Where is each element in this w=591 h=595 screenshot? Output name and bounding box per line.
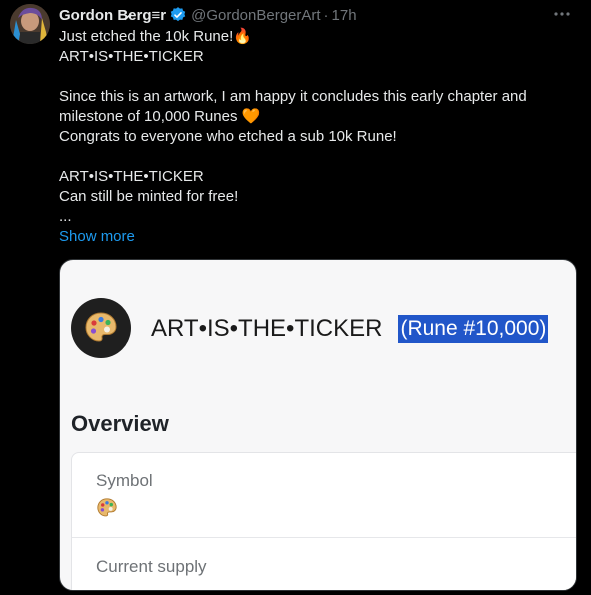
user-handle[interactable]: @GordonBergerArt (191, 7, 320, 24)
more-options-icon[interactable] (551, 4, 573, 24)
rune-name: ART•IS•THE•TICKER (151, 315, 383, 342)
verified-badge-icon (169, 6, 187, 24)
separator-dot: · (323, 6, 329, 24)
rune-card-image[interactable]: ART•IS•THE•TICKER (Rune #10,000) Overvie… (59, 259, 577, 591)
tweet-line: Since this is an artwork, I am happy it … (59, 88, 527, 105)
avatar[interactable] (10, 4, 50, 44)
overview-panel: Symbol Current supply (71, 452, 576, 590)
tweet-line: milestone of 10,000 Runes 🧡 (59, 108, 261, 125)
current-supply-label: Current supply (96, 557, 207, 576)
panel-divider (72, 537, 576, 538)
tweet-line: ART•IS•THE•TICKER (59, 168, 204, 185)
tweet-line-gap (59, 147, 579, 167)
tweet-line: Congrats to everyone who etched a sub 10… (59, 128, 397, 145)
tweet-header: Gordon B̷erg≡r @GordonBergerArt · 17h (59, 5, 357, 25)
rune-title: ART•IS•THE•TICKER (Rune #10,000) (151, 314, 549, 344)
tweet-line: ART•IS•THE•TICKER (59, 48, 204, 65)
tweet-line: Just etched the 10k Rune!🔥 (59, 28, 252, 45)
display-name[interactable]: Gordon B̷erg≡r (59, 7, 166, 24)
symbol-palette-icon (96, 497, 118, 524)
tweet-text: Just etched the 10k Rune!🔥 ART•IS•THE•TI… (59, 27, 579, 247)
tweet-line: ... (59, 208, 72, 225)
overview-heading: Overview (71, 411, 169, 436)
tweet-line: Can still be minted for free! (59, 188, 239, 205)
symbol-label: Symbol (96, 471, 153, 490)
tweet-line-gap (59, 67, 579, 87)
show-more-link[interactable]: Show more (59, 227, 579, 247)
timestamp[interactable]: 17h (332, 7, 357, 24)
tweet[interactable]: Gordon B̷erg≡r @GordonBergerArt · 17h Ju… (0, 0, 591, 595)
artist-palette-icon (71, 298, 131, 358)
rune-number-highlighted: (Rune #10,000) (398, 315, 549, 343)
